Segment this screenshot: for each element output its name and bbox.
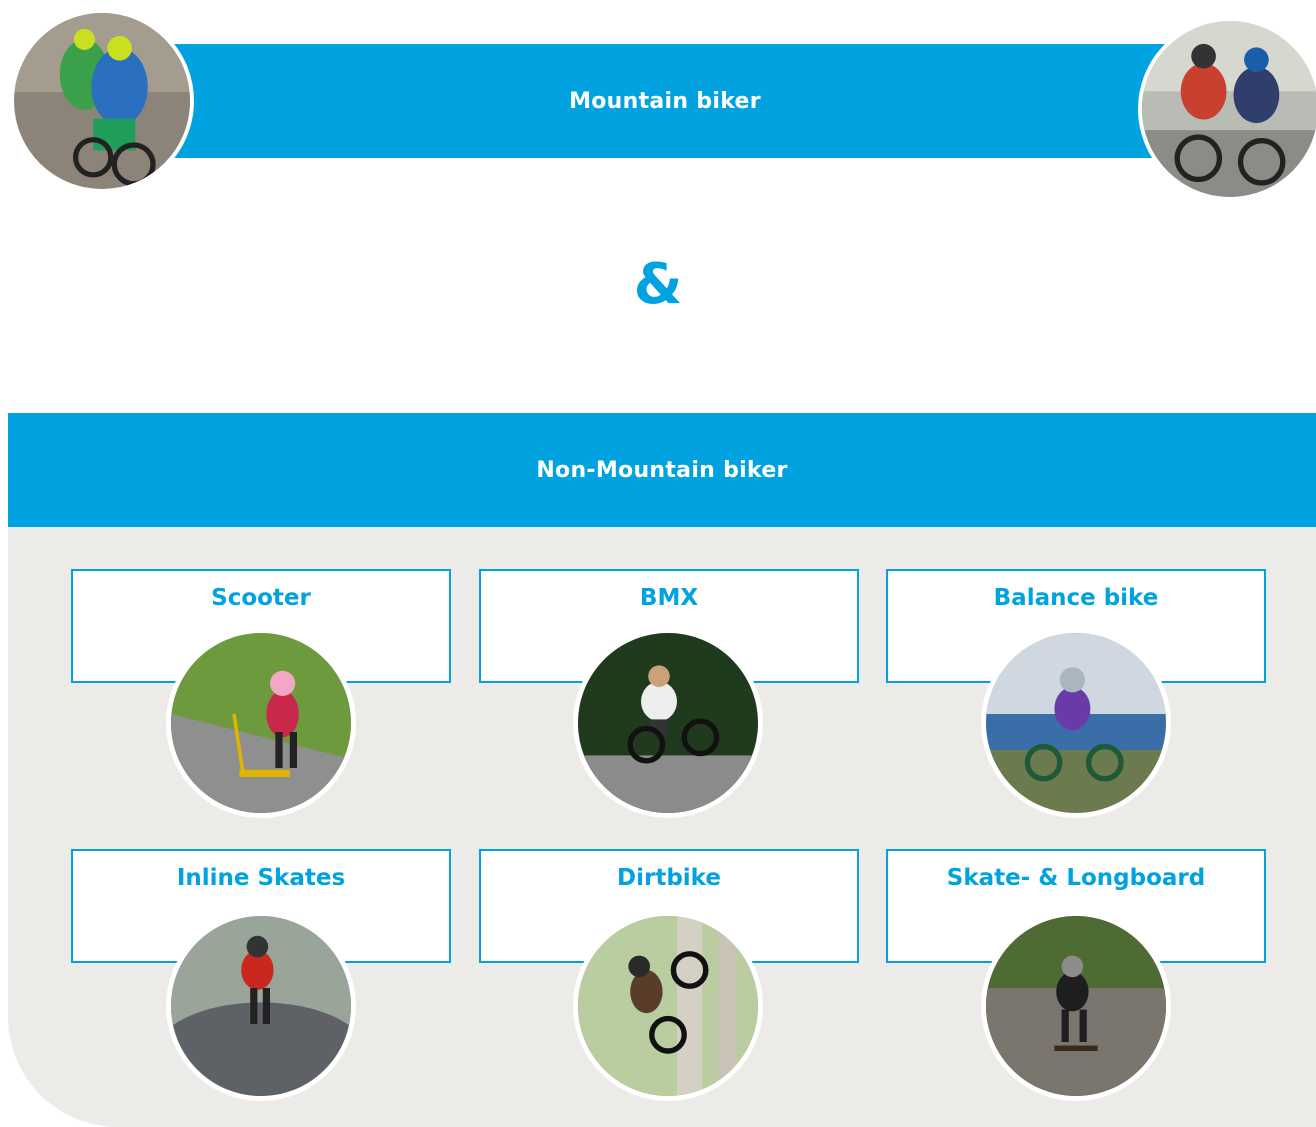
category-label: Scooter [211, 585, 311, 611]
category-label: BMX [639, 585, 699, 611]
mountain-biker-banner: Mountain biker [165, 44, 1165, 158]
bmx-photo [573, 628, 763, 818]
scooter-photo [166, 628, 356, 818]
category-label: Skate- & Longboard [946, 865, 1206, 891]
mountain-biker-photo-left [10, 9, 194, 193]
category-label: Balance bike [993, 585, 1159, 611]
dirtbike-photo [573, 911, 763, 1101]
category-label: Inline Skates [176, 865, 346, 891]
ampersand-connector: & [633, 252, 683, 317]
balance-bike-photo [981, 628, 1171, 818]
inline-skates-photo [166, 911, 356, 1101]
mountain-biker-title: Mountain biker [569, 88, 761, 114]
skate-longboard-photo [981, 911, 1171, 1101]
non-mountain-biker-header: Non-Mountain biker [8, 413, 1316, 527]
category-label: Dirtbike [617, 865, 721, 891]
non-mountain-biker-title: Non-Mountain biker [536, 457, 788, 483]
mountain-biker-photo-right [1138, 17, 1316, 201]
